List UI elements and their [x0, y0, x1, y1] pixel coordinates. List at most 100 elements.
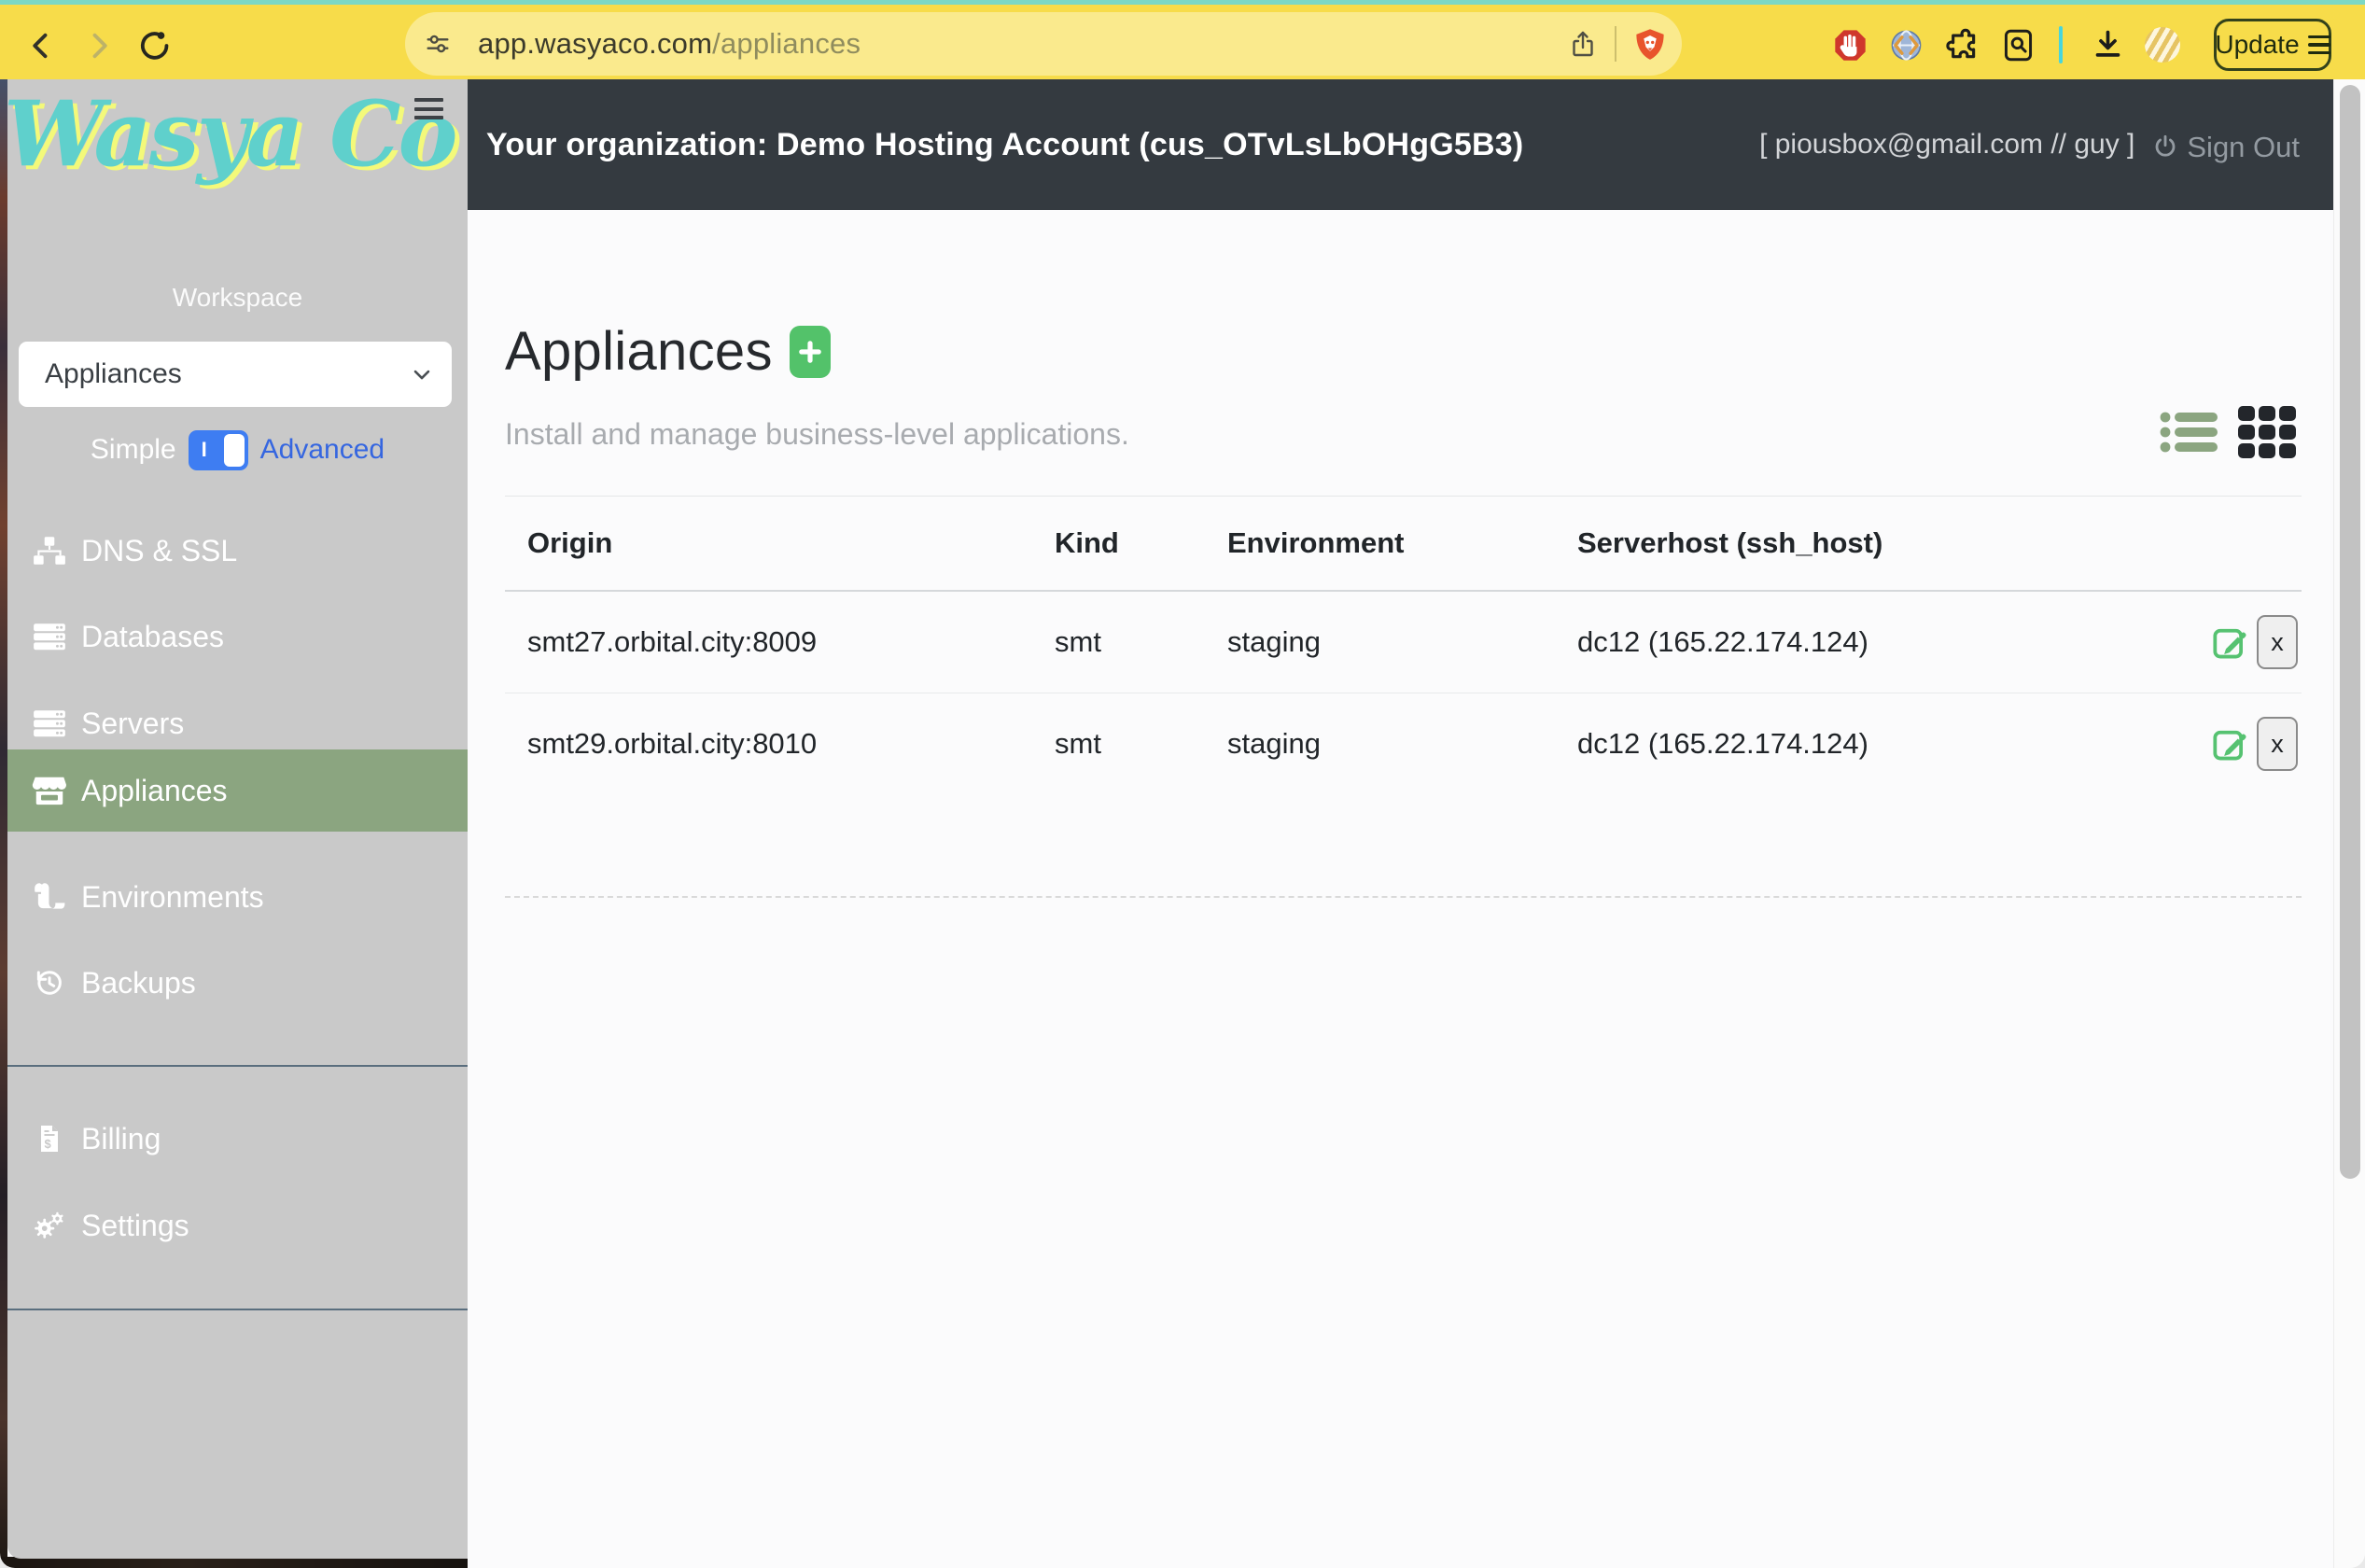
sidebar-item-label: Appliances: [81, 774, 228, 808]
sidebar-item-label: Environments: [81, 880, 264, 915]
sidebar-item-backups[interactable]: Backups: [7, 955, 468, 1011]
cell-environment: staging: [1205, 693, 1555, 795]
sidebar-item-label: Databases: [81, 620, 224, 654]
cell-serverhost: dc12 (165.22.174.124): [1555, 693, 2082, 795]
svg-text:$: $: [45, 1137, 52, 1151]
sidebar-item-label: Backups: [81, 966, 196, 1001]
scrollbar-thumb[interactable]: [2340, 85, 2360, 1179]
main-content: Appliances Install and manage business-l…: [468, 210, 2333, 1568]
organization-title: Your organization: Demo Hosting Account …: [486, 127, 1523, 163]
column-header-environment: Environment: [1205, 497, 1555, 592]
invoice-dollar-icon: $: [32, 1123, 67, 1155]
column-header-serverhost: Serverhost (ssh_host): [1555, 497, 2082, 592]
sidebar-item-label: Billing: [81, 1122, 161, 1156]
section-dashed-divider: [505, 896, 2302, 898]
cell-environment: staging: [1205, 591, 1555, 693]
url-bar[interactable]: app.wasyaco.com/appliances: [405, 12, 1682, 76]
column-header-origin: Origin: [505, 497, 1032, 592]
download-icon[interactable]: [2089, 26, 2126, 63]
browser-menu-icon: [2308, 35, 2330, 54]
browser-window: app.wasyaco.com/appliances: [0, 0, 2365, 1568]
browser-toolbar: app.wasyaco.com/appliances: [0, 0, 2365, 79]
view-toggles: [2160, 406, 2296, 458]
chevron-down-icon: [409, 361, 435, 387]
sidebar-item-databases[interactable]: Databases: [7, 609, 468, 665]
organization-header: Your organization: Demo Hosting Account …: [468, 79, 2333, 210]
sign-out-label: Sign Out: [2187, 131, 2300, 164]
share-icon[interactable]: [1568, 29, 1598, 59]
profile-avatar[interactable]: [2145, 27, 2180, 63]
scroll-icon: [32, 881, 67, 913]
url-host: app.wasyaco.com: [478, 27, 712, 60]
advanced-label[interactable]: Advanced: [260, 434, 385, 466]
sidebar-item-environments[interactable]: Environments: [7, 869, 468, 925]
mode-toggle[interactable]: I: [189, 430, 248, 470]
cell-serverhost: dc12 (165.22.174.124): [1555, 591, 2082, 693]
table-row: smt29.orbital.city:8010 smt staging dc12…: [505, 693, 2302, 795]
table-header-row: Origin Kind Environment Serverhost (ssh_…: [505, 497, 2302, 592]
extensions-puzzle-icon[interactable]: [1943, 26, 1980, 63]
url-path: /appliances: [712, 27, 861, 60]
sidebar: Wasya Co Workspace Appliances Simple I A…: [7, 79, 468, 1559]
page-scrollbar: [2333, 79, 2365, 1568]
workspace-label: Workspace: [7, 283, 468, 313]
sitemap-icon: [32, 535, 67, 567]
edit-appliance-icon[interactable]: [2212, 725, 2249, 763]
sidebar-item-appliances[interactable]: Appliances: [7, 749, 468, 832]
sidebar-menu-icon[interactable]: [414, 98, 443, 119]
forward-icon[interactable]: [80, 27, 118, 64]
update-label: Update: [2215, 30, 2299, 60]
cell-kind: smt: [1032, 693, 1205, 795]
cell-kind: smt: [1032, 591, 1205, 693]
grid-view-icon[interactable]: [2238, 406, 2296, 458]
list-view-icon[interactable]: [2160, 411, 2218, 454]
reload-icon[interactable]: [136, 27, 174, 64]
workspace-select-value: Appliances: [45, 358, 182, 390]
simple-label[interactable]: Simple: [91, 434, 176, 466]
back-icon[interactable]: [22, 27, 60, 64]
sign-out-button[interactable]: Sign Out: [2151, 131, 2300, 164]
toggle-knob: [224, 434, 245, 467]
wasya-co-logo[interactable]: Wasya Co: [7, 81, 455, 187]
table-row: smt27.orbital.city:8009 smt staging dc12…: [505, 591, 2302, 693]
reader-search-icon[interactable]: [1999, 26, 2036, 63]
cell-origin: smt27.orbital.city:8009: [505, 591, 1032, 693]
sidebar-item-dns-ssl[interactable]: DNS & SSL: [7, 523, 468, 579]
brave-shield-icon[interactable]: [1633, 27, 1667, 61]
sidebar-item-billing[interactable]: $ Billing: [7, 1111, 468, 1167]
delete-appliance-button[interactable]: x: [2257, 615, 2298, 669]
mode-toggle-row: Simple I Advanced: [7, 428, 468, 471]
power-icon: [2151, 133, 2179, 161]
column-header-kind: Kind: [1032, 497, 1205, 592]
sidebar-item-label: DNS & SSL: [81, 534, 237, 568]
sidebar-item-label: Settings: [81, 1209, 189, 1243]
background-image-edge: [0, 79, 7, 1568]
add-appliance-button[interactable]: [790, 326, 831, 378]
gears-icon: [32, 1210, 67, 1241]
user-email: [ piousbox@gmail.com // guy ]: [1759, 129, 2134, 161]
appliances-table: Origin Kind Environment Serverhost (ssh_…: [505, 496, 2302, 794]
column-header-actions: [2082, 497, 2302, 592]
sidebar-divider: [7, 1065, 468, 1067]
globe-translate-icon[interactable]: [1887, 26, 1924, 63]
url-text: app.wasyaco.com/appliances: [478, 27, 861, 61]
urlbar-divider: [1615, 26, 1616, 62]
sidebar-divider: [7, 1309, 468, 1310]
adblock-hand-icon[interactable]: [1831, 26, 1868, 63]
plus-icon: [798, 340, 822, 364]
update-button[interactable]: Update: [2214, 19, 2331, 71]
sidebar-item-settings[interactable]: Settings: [7, 1197, 468, 1253]
edit-appliance-icon[interactable]: [2212, 623, 2249, 661]
page-subtitle: Install and manage business-level applic…: [505, 417, 1129, 452]
page-title: Appliances: [505, 320, 773, 383]
toolbar-divider: [2059, 26, 2063, 63]
sidebar-item-label: Servers: [81, 707, 184, 741]
sidebar-item-servers[interactable]: Servers: [7, 695, 468, 751]
cell-origin: smt29.orbital.city:8010: [505, 693, 1032, 795]
workspace-select[interactable]: Appliances: [19, 342, 452, 407]
database-stack-icon: [32, 621, 67, 652]
site-settings-icon[interactable]: [424, 30, 452, 58]
delete-appliance-button[interactable]: x: [2257, 717, 2298, 771]
toggle-state-label: I: [202, 438, 207, 462]
store-icon: [32, 775, 67, 806]
